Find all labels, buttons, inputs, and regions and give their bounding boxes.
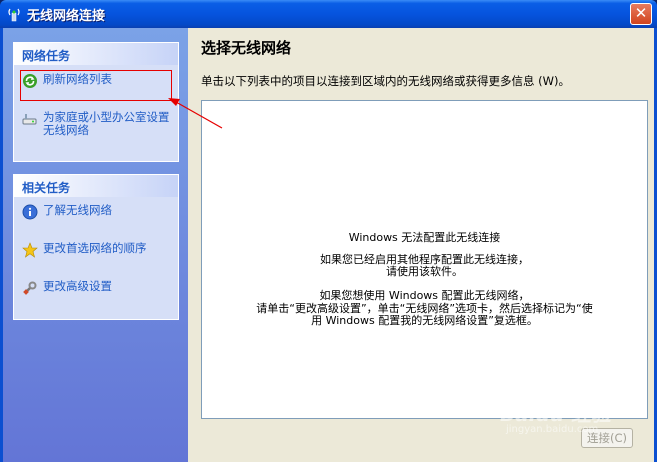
message-line-1: Windows 无法配置此无线连接 [348, 231, 501, 244]
change-network-order-link[interactable]: 更改首选网络的顺序 [22, 242, 172, 258]
wireless-network-icon [8, 8, 20, 22]
change-advanced-settings-label: 更改高级设置 [43, 279, 112, 293]
star-icon [22, 242, 38, 258]
window-title: 无线网络连接 [27, 9, 106, 24]
annotation-highlight-box [20, 70, 172, 101]
watermark-url: jingyan.baidu.com [506, 424, 599, 435]
setup-home-network-label: 为家庭或小型办公室设置无线网络 [43, 110, 170, 137]
network-tasks-panel: 网络任务 刷新网络列表 为家庭或小型办公室设置无线网络 [13, 42, 179, 162]
learn-wireless-label: 了解无线网络 [43, 203, 112, 217]
wireless-network-list[interactable]: Windows 无法配置此无线连接 如果您已经启用其他程序配置此无线连接， 请使… [201, 100, 648, 419]
page-description: 单击以下列表中的项目以连接到区域内的无线网络或获得更多信息 (W)。 [201, 74, 570, 88]
settings-icon [23, 281, 37, 295]
related-tasks-header[interactable]: 相关任务 [14, 175, 178, 197]
message-line-4: 如果您想使用 Windows 配置此无线网络， [319, 289, 530, 302]
message-line-6: 用 Windows 配置我的无线网络设置”复选框。 [311, 314, 538, 327]
message-line-3: 请使用该软件。 [386, 265, 463, 278]
info-icon [22, 204, 38, 220]
setup-home-network-link[interactable]: 为家庭或小型办公室设置无线网络 [22, 111, 172, 137]
network-tasks-header[interactable]: 网络任务 [14, 43, 178, 65]
title-bar: 无线网络连接 ✕ [0, 0, 657, 28]
related-tasks-panel: 相关任务 了解无线网络 更改首选网络的顺序 更改高级设置 [13, 174, 179, 320]
change-network-order-label: 更改首选网络的顺序 [43, 241, 147, 255]
network-setup-icon [22, 114, 37, 125]
change-advanced-settings-link[interactable]: 更改高级设置 [22, 280, 172, 296]
watermark-logo: Baidu 经验 [500, 402, 612, 426]
learn-wireless-link[interactable]: 了解无线网络 [22, 204, 172, 220]
page-title: 选择无线网络 [201, 39, 292, 57]
main-content: 选择无线网络 单击以下列表中的项目以连接到区域内的无线网络或获得更多信息 (W)… [188, 28, 654, 462]
close-button[interactable]: ✕ [630, 3, 652, 25]
